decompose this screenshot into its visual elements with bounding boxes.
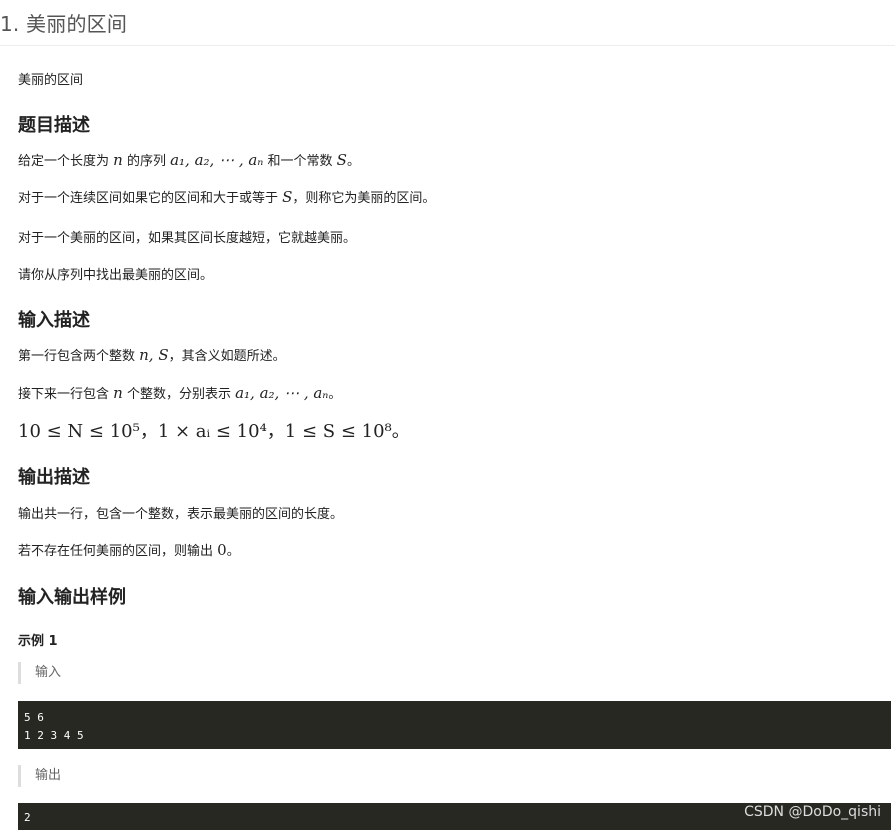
example-output-label: 输出 [18, 765, 61, 787]
csdn-watermark: CSDN @DoDo_qishi [744, 804, 881, 820]
math-n: n [113, 151, 123, 169]
output-line-1: 输出共一行，包含一个整数，表示最美丽的区间的长度。 [18, 507, 344, 522]
math-zero: 0 [217, 541, 227, 559]
page-header: 1. 美丽的区间 [0, 0, 895, 46]
desc-text: 的序列 [122, 154, 171, 169]
desc-text: 。 [346, 154, 360, 169]
page-title: 1. 美丽的区间 [0, 12, 128, 36]
intro-text: 美丽的区间 [18, 73, 84, 88]
math-n-S: n, S [139, 346, 169, 364]
desc-text: 给定一个长度为 [18, 154, 114, 169]
math-S: S [282, 188, 293, 206]
math-S: S [336, 151, 347, 169]
input-line-2: 接下来一行包含 n 个整数，分别表示 a₁, a₂, ⋯ , aₙ。 [18, 383, 341, 402]
output-text: 若不存在任何美丽的区间，则输出 [18, 544, 218, 559]
math-sequence: a₁, a₂, ⋯ , aₙ [170, 151, 264, 169]
input-text: 。 [328, 387, 342, 402]
input-text: 第一行包含两个整数 [18, 349, 140, 364]
desc-text: 对于一个连续区间如果它的区间和大于或等于 [18, 191, 283, 206]
output-heading: 输出描述 [18, 467, 90, 488]
example-input-code: 5 6 1 2 3 4 5 [18, 701, 891, 749]
input-line-1: 第一行包含两个整数 n, S，其含义如题所述。 [18, 345, 286, 364]
input-text: 接下来一行包含 [18, 387, 114, 402]
math-sequence: a₁, a₂, ⋯ , aₙ [235, 384, 329, 402]
math-n: n [113, 384, 123, 402]
input-text: ，其含义如题所述。 [168, 349, 286, 364]
example-input-label: 输入 [18, 662, 61, 684]
desc-line-3: 对于一个美丽的区间，如果其区间长度越短，它就越美丽。 [18, 231, 357, 246]
desc-line-2: 对于一个连续区间如果它的区间和大于或等于 S，则称它为美丽的区间。 [18, 187, 435, 206]
output-line-2: 若不存在任何美丽的区间，则输出 0。 [18, 540, 240, 559]
example-title: 示例 1 [18, 634, 58, 649]
input-text: 个整数，分别表示 [122, 387, 236, 402]
input-constraints: 10 ≤ N ≤ 10⁵，1 × aᵢ ≤ 10⁴，1 ≤ S ≤ 10⁸。 [18, 421, 410, 442]
description-heading: 题目描述 [18, 115, 90, 136]
output-text: 。 [226, 544, 240, 559]
input-heading: 输入描述 [18, 310, 90, 331]
desc-line-1: 给定一个长度为 n 的序列 a₁, a₂, ⋯ , aₙ 和一个常数 S。 [18, 150, 360, 169]
desc-text: 和一个常数 [263, 154, 337, 169]
desc-text: ，则称它为美丽的区间。 [292, 191, 436, 206]
examples-heading: 输入输出样例 [18, 587, 126, 608]
desc-line-4: 请你从序列中找出最美丽的区间。 [18, 268, 214, 283]
